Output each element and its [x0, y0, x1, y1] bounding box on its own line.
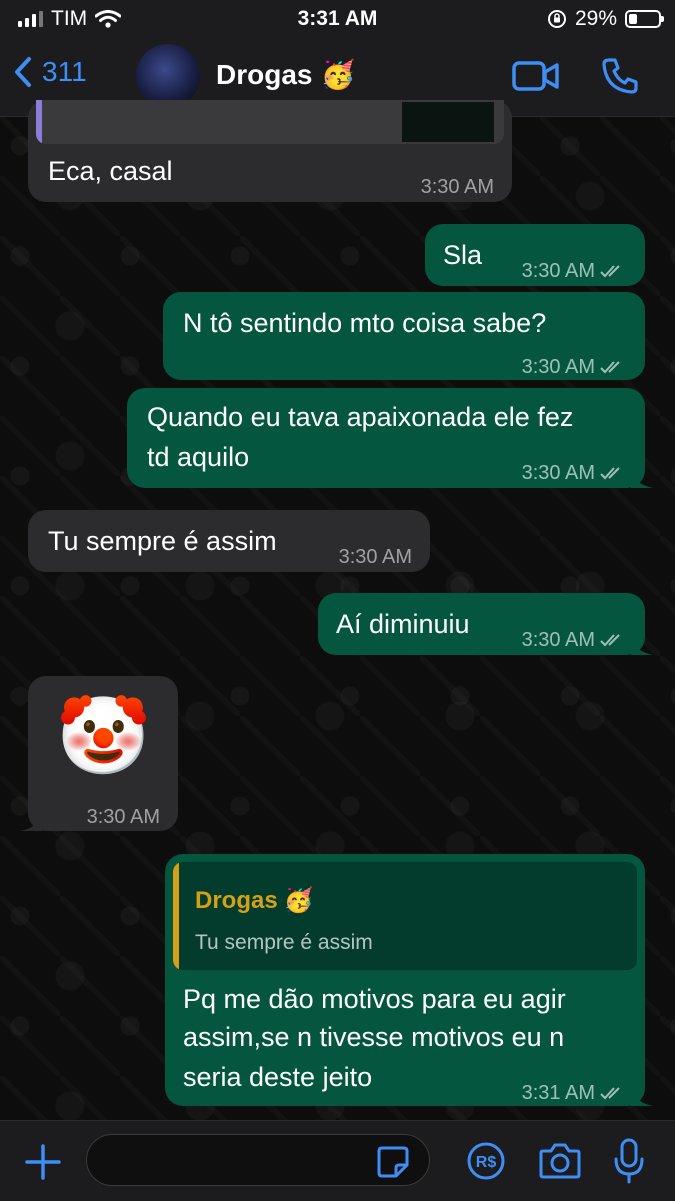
- message-time: 3:30 AM: [522, 454, 627, 492]
- reply-quote[interactable]: Drogas 🥳 Tu sempre é assim: [173, 862, 637, 970]
- message-time: 3:30 AM: [420, 176, 494, 198]
- input-bar: R$: [0, 1120, 675, 1201]
- message-incoming[interactable]: Eca, casal 3:30 AM: [28, 100, 512, 202]
- message-text-line: assim,se n tivesse motivos eu n: [183, 1022, 565, 1052]
- payment-icon[interactable]: R$: [466, 1141, 506, 1181]
- bubble-tail: [20, 811, 42, 831]
- back-unread-count: 311: [42, 56, 87, 87]
- back-button[interactable]: 311: [14, 56, 87, 88]
- message-incoming-emoji[interactable]: 🤡 3:30 AM: [20, 676, 178, 831]
- camera-icon[interactable]: [538, 1141, 582, 1181]
- message-outgoing-reply[interactable]: Drogas 🥳 Tu sempre é assim Pq me dão moti…: [165, 854, 653, 1106]
- svg-text:R$: R$: [476, 1154, 497, 1171]
- reply-text: Tu sempre é assim: [195, 931, 373, 954]
- reply-author: Drogas 🥳: [195, 887, 314, 914]
- read-ticks-icon: [600, 1087, 620, 1100]
- message-outgoing[interactable]: Sla 3:30 AM: [425, 224, 645, 286]
- message-text: Aí diminuiu: [336, 609, 470, 639]
- message-text: Tu sempre é assim: [48, 526, 277, 556]
- clown-emoji: 🤡: [56, 694, 151, 779]
- read-ticks-icon: [600, 634, 620, 647]
- chat-title[interactable]: Drogas 🥳: [216, 58, 355, 91]
- status-bar: TIM 3:31 AM 29%: [0, 0, 675, 38]
- video-call-icon[interactable]: [512, 60, 560, 92]
- back-chevron-icon: [15, 57, 31, 87]
- phone-icon[interactable]: [600, 56, 640, 96]
- message-text: Sla: [443, 240, 483, 270]
- plus-icon[interactable]: [24, 1143, 62, 1181]
- read-ticks-icon: [600, 265, 620, 278]
- chat-name-emoji: 🥳: [320, 59, 356, 90]
- message-outgoing[interactable]: Quando eu tava apaixonada ele fez td aqu…: [127, 388, 653, 488]
- read-ticks-icon: [600, 361, 620, 374]
- bubble-tail: [631, 1086, 653, 1106]
- message-time: 3:30 AM: [522, 348, 627, 386]
- message-time: 3:30 AM: [338, 546, 412, 568]
- microphone-icon[interactable]: [612, 1137, 646, 1185]
- bubble-tail: [631, 635, 653, 655]
- sticker-icon[interactable]: [376, 1145, 410, 1179]
- bubble-tail: [631, 468, 653, 488]
- message-time: 3:31 AM: [522, 1074, 627, 1112]
- avatar[interactable]: [136, 44, 200, 108]
- message-text-line: Pq me dão motivos para eu agir: [183, 984, 566, 1014]
- battery-percent: 29%: [574, 7, 617, 30]
- message-text: Eca, casal: [48, 156, 173, 186]
- message-outgoing[interactable]: Aí diminuiu 3:30 AM: [318, 593, 653, 655]
- battery-icon: [625, 10, 664, 28]
- message-time: 3:30 AM: [522, 252, 627, 290]
- message-time: 3:30 AM: [86, 806, 160, 828]
- message-outgoing[interactable]: N tô sentindo mto coisa sabe? 3:30 AM: [163, 292, 645, 380]
- message-text-line: Quando eu tava apaixonada ele fez: [147, 402, 574, 432]
- orientation-lock-icon: [547, 10, 566, 28]
- message-text-line: seria deste jeito: [183, 1062, 373, 1092]
- chat-name: Drogas: [216, 58, 313, 90]
- read-ticks-icon: [600, 467, 620, 480]
- reply-preview-fragment: [36, 100, 504, 144]
- message-text-line: td aquilo: [147, 442, 250, 472]
- message-text: N tô sentindo mto coisa sabe?: [183, 308, 547, 338]
- message-incoming[interactable]: Tu sempre é assim 3:30 AM: [28, 510, 430, 572]
- message-time: 3:30 AM: [522, 621, 627, 659]
